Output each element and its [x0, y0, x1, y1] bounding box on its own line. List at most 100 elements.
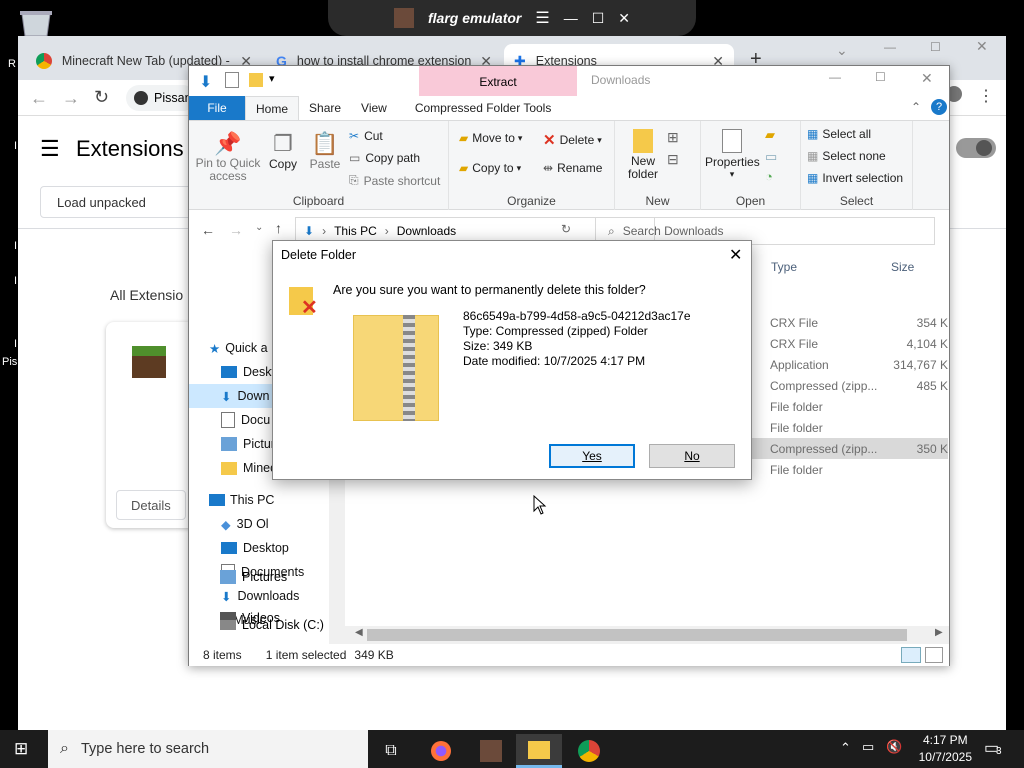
paste-icon: 📋	[311, 131, 339, 156]
scroll-right-icon[interactable]: ▶	[935, 627, 943, 638]
nav-this-pc[interactable]: This PC	[189, 488, 329, 512]
qa-dropdown-icon[interactable]: ▾	[269, 72, 275, 85]
reload-icon[interactable]: ↻	[94, 87, 109, 108]
dropdown-icon: ▾	[516, 162, 522, 173]
window-title: Downloads	[591, 73, 651, 87]
h-scroll-thumb[interactable]	[367, 629, 907, 641]
zip-folder-icon	[353, 315, 439, 421]
profile-chip[interactable]: Pissan	[126, 85, 196, 111]
yes-button[interactable]: Yes	[549, 444, 635, 468]
nav-3d-objects[interactable]: ◆ 3D Ol	[189, 512, 329, 536]
nav-local-disk[interactable]: Local Disk (C:)	[220, 613, 324, 637]
paste-shortcut-button[interactable]: ⎘ Paste shortcut	[349, 173, 440, 188]
delete-button[interactable]: ✕ Delete ▾	[543, 131, 602, 149]
load-unpacked-button[interactable]: Load unpacked	[40, 186, 194, 218]
firefox-icon[interactable]	[418, 734, 464, 768]
ribbon-tabs: File Home Share View Compressed Folder T…	[189, 96, 949, 120]
toggle-knob	[976, 140, 992, 156]
tab-view[interactable]: View	[351, 96, 397, 120]
breadcrumb-this-pc[interactable]: This PC	[334, 224, 377, 238]
maximize-icon[interactable]: ☐	[875, 70, 886, 84]
large-icons-view-icon[interactable]	[925, 647, 943, 663]
nav-label: Desktop	[243, 541, 289, 555]
clock[interactable]: 4:17 PM 10/7/2025	[919, 732, 972, 766]
forward-icon[interactable]: →	[229, 222, 243, 238]
cut-button[interactable]: ✂ Cut	[349, 129, 383, 143]
tab-file[interactable]: File	[189, 96, 245, 120]
rename-button[interactable]: ⇹ Rename	[543, 161, 602, 175]
close-icon[interactable]: ✕	[921, 70, 933, 87]
properties-qa-icon[interactable]	[225, 72, 239, 88]
edit-icon[interactable]: ▭	[765, 149, 777, 165]
select-none-button[interactable]: ▦ Select none	[807, 149, 886, 163]
chrome-taskbar-icon[interactable]	[566, 734, 612, 768]
details-button[interactable]: Details	[116, 490, 186, 520]
developer-mode-toggle[interactable]	[956, 138, 996, 158]
ribbon-collapse-icon[interactable]: ⌃	[911, 100, 921, 114]
document-icon	[221, 412, 235, 428]
row-size: 4,104 K	[906, 336, 948, 351]
help-icon[interactable]: ?	[931, 99, 947, 115]
maximize-icon[interactable]: ☐	[930, 40, 941, 54]
emulator-close-icon[interactable]: ✕	[618, 10, 630, 27]
breadcrumb-downloads[interactable]: Downloads	[397, 224, 456, 238]
emulator-minimize-icon[interactable]: —	[564, 10, 578, 26]
refresh-icon[interactable]: ↻	[561, 222, 571, 236]
horizontal-scrollbar[interactable]: ◀ ▶	[345, 626, 949, 644]
invert-selection-button[interactable]: ▦ Invert selection	[807, 171, 903, 185]
minimize-icon[interactable]: —	[884, 40, 896, 54]
tab-home[interactable]: Home	[245, 96, 300, 120]
new-folder-qa-icon[interactable]	[249, 73, 263, 87]
copy-button[interactable]: ❐ Copy	[263, 131, 303, 171]
scroll-left-icon[interactable]: ◀	[355, 627, 363, 638]
recycle-bin-icon[interactable]	[14, 8, 58, 37]
emulator-menu-icon[interactable]: ☰	[535, 8, 549, 28]
search-placeholder: Search Downloads	[622, 224, 724, 238]
history-icon[interactable]: ◔	[765, 169, 773, 184]
back-icon[interactable]: ←	[201, 222, 215, 238]
extract-context-tab[interactable]: Extract	[419, 66, 577, 96]
pin-quick-access-button[interactable]: 📌 Pin to Quick access	[195, 131, 261, 183]
nav-desktop[interactable]: Desktop	[189, 536, 329, 560]
hamburger-icon[interactable]: ☰	[40, 136, 60, 162]
task-view-icon[interactable]: ⧉	[368, 734, 414, 768]
desktop-strip: R I I I I Pis	[0, 0, 52, 730]
copy-to-button[interactable]: ▰ Copy to ▾	[459, 161, 521, 175]
details-view-icon[interactable]	[901, 647, 921, 663]
emulator-maximize-icon[interactable]: ☐	[592, 10, 605, 27]
new-folder-button[interactable]: New folder	[621, 129, 665, 181]
up-icon[interactable]: ↑	[275, 220, 282, 236]
dialog-close-icon[interactable]: ✕	[729, 245, 742, 265]
open-icon[interactable]: ▰	[765, 127, 775, 143]
move-to-button[interactable]: ▰ Move to ▾	[459, 131, 522, 145]
pin-icon: 📌	[214, 131, 242, 156]
network-icon[interactable]: ▭	[862, 739, 874, 755]
menu-icon[interactable]: ⋮	[978, 86, 994, 106]
back-icon[interactable]: ←	[30, 88, 48, 109]
tab-search-icon[interactable]: ⌄	[836, 42, 848, 59]
minimize-icon[interactable]: —	[829, 70, 841, 84]
close-icon[interactable]: ✕	[976, 38, 988, 55]
column-size[interactable]: Size	[891, 260, 914, 274]
tab-share[interactable]: Share	[299, 96, 351, 120]
notifications-icon[interactable]: ▭ 3	[984, 738, 1004, 758]
properties-button[interactable]: Properties ▾	[705, 129, 760, 180]
new-item-icon[interactable]: ⊞	[667, 129, 679, 146]
copy-path-button[interactable]: ▭ Copy path	[349, 151, 420, 165]
file-explorer-taskbar-icon[interactable]	[516, 734, 562, 768]
taskbar-search[interactable]: ⌕ Type here to search	[48, 730, 368, 768]
easy-access-icon[interactable]: ⊟	[667, 151, 679, 168]
tray-chevron-icon[interactable]: ⌃	[840, 740, 851, 756]
start-windows-icon[interactable]: ⊞	[14, 739, 28, 759]
volume-muted-icon[interactable]: 🔇	[886, 739, 902, 755]
column-type[interactable]: Type	[771, 260, 797, 274]
no-button[interactable]: No	[649, 444, 735, 468]
quick-access-down-icon[interactable]: ⬇	[199, 72, 212, 92]
recent-locations-icon[interactable]: ⌄	[255, 222, 263, 233]
paste-button[interactable]: 📋 Paste	[305, 131, 345, 171]
nav-pictures[interactable]: Pictures	[220, 565, 287, 589]
tab-compressed-folder-tools[interactable]: Compressed Folder Tools	[405, 96, 562, 120]
forward-icon[interactable]: →	[62, 88, 80, 109]
select-all-button[interactable]: ▦ Select all	[807, 127, 871, 141]
emulator-app-icon[interactable]	[468, 734, 514, 768]
